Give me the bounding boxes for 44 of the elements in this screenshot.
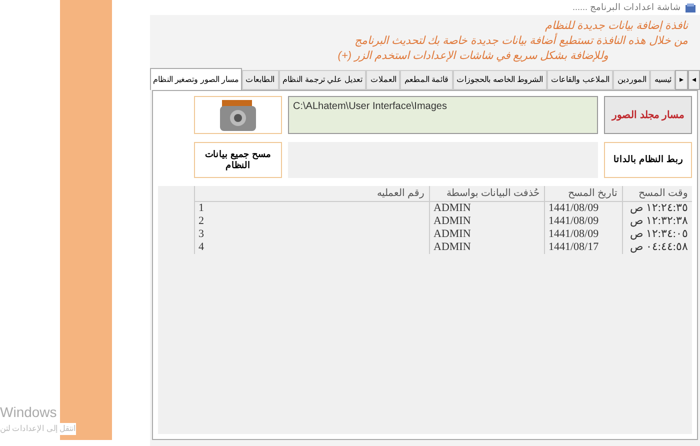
activation-notice: انتقل إلى الإعدادات لتن (0, 423, 76, 435)
table-cell: 1441/08/09 (544, 228, 622, 241)
activation-notice: Windows (0, 403, 57, 422)
table-cell: ADMIN (429, 215, 544, 228)
table-cell: 1 (194, 202, 429, 215)
tab[interactable]: قائمة المطعم (400, 70, 453, 90)
table-cell: ١٢:٣٢:٣٨ ص (622, 215, 692, 228)
table-cell: ١٢:٢٤:٣٥ ص (622, 202, 692, 215)
table-cell: ١٢:٣٤:٠٥ ص (622, 228, 692, 241)
table-cell: 1441/08/17 (544, 241, 622, 254)
camera-icon (218, 98, 258, 132)
tab[interactable]: الملاعب والقاعات (547, 70, 614, 90)
header-text: وللإضافة بشكل سريع في شاشات الإعدادات استخدم الزر (+) (336, 49, 608, 64)
table-cell: 2 (194, 215, 429, 228)
link-database-button[interactable]: ربط النظام بالداتا (604, 142, 692, 178)
table-cell: ADMIN (429, 228, 544, 241)
tab[interactable]: الشروط الخاصه بالحجوزات (452, 70, 548, 90)
tab[interactable]: الطابعات (242, 70, 279, 90)
tab-scroll-button[interactable]: ▸ (675, 70, 688, 90)
path-field[interactable]: C:\ALhatem\User Interface\Images (288, 96, 598, 134)
table-cell: 1441/08/09 (544, 215, 622, 228)
table-cell: ADMIN (429, 202, 544, 215)
column-header[interactable]: رقم العمليه (194, 186, 429, 202)
table-cell: 3 (194, 228, 429, 241)
tab[interactable]: تعديل علي ترجمة النظام (278, 70, 366, 90)
tab[interactable]: ئيسيه (650, 70, 676, 90)
column-header[interactable]: تاريخ المسح (544, 186, 622, 202)
images-folder-button[interactable]: مسار مجلد الصور (604, 96, 692, 134)
column-header[interactable]: وقت المسح (622, 186, 692, 202)
header-text: نافذة إضافة بيانات جديدة للنظام (544, 19, 688, 33)
table-cell: ٠٤:٤٤:٥٨ ص (622, 241, 692, 254)
tab[interactable]: العملات (366, 70, 400, 90)
table-cell: 4 (194, 241, 429, 254)
tab-scroll-button[interactable]: ◂ (688, 70, 700, 90)
table-cell: 1441/08/09 (544, 202, 622, 215)
wipe-data-button[interactable]: مسح جميع بيانات النظام (194, 142, 282, 178)
table-cell: ADMIN (429, 241, 544, 254)
tab[interactable]: مسار الصور وتصغير النظام (150, 68, 242, 90)
window-title: شاشة اعدادات البرنامج ...... (572, 0, 681, 14)
tab[interactable]: الموردين (613, 70, 650, 90)
column-header[interactable]: حُذفت البيانات بواسطة (429, 186, 544, 202)
header-text: من خلال هذه النافذة تستطيع أضافة بيانات جديدة خاصة بك لتحديث البرنامج (353, 34, 688, 49)
image-box[interactable] (194, 96, 282, 134)
window-icon (685, 2, 696, 12)
